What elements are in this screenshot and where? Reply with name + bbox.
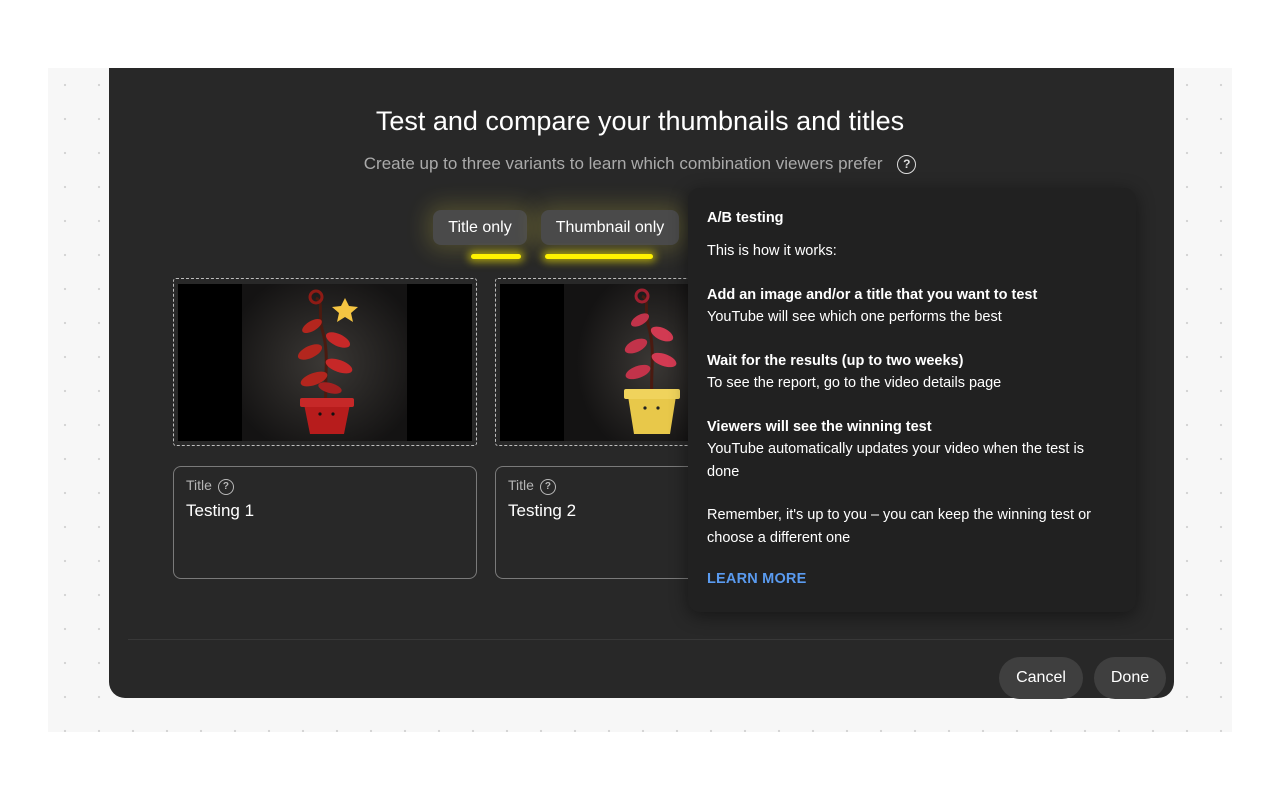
cancel-button[interactable]: Cancel — [999, 657, 1083, 699]
thumbnail-slot-1[interactable] — [173, 278, 477, 446]
tooltip-intro: This is how it works: — [707, 243, 837, 259]
title-label: Title? — [186, 477, 234, 495]
title-input-value[interactable]: Testing 1 — [186, 501, 254, 521]
step-body: YouTube will see which one performs the … — [707, 309, 1002, 325]
step-body: To see the report, go to the video detai… — [707, 375, 1002, 391]
tooltip-step-3: Viewers will see the winning test YouTub… — [707, 416, 1117, 484]
tooltip-step-2: Wait for the results (up to two weeks) T… — [707, 350, 1117, 395]
question-circle-icon[interactable]: ? — [217, 478, 234, 495]
dialog-subtitle: Create up to three variants to learn whi… — [0, 154, 1280, 174]
learn-more-link[interactable]: LEARN MORE — [707, 571, 806, 587]
footer-divider — [128, 639, 1173, 640]
step-title: Wait for the results (up to two weeks) — [707, 352, 964, 369]
question-circle-icon[interactable]: ? — [897, 154, 917, 174]
title-field-2[interactable]: Title? Testing 2 — [495, 466, 689, 579]
highlight-underline — [471, 254, 521, 259]
question-circle-icon[interactable]: ? — [539, 478, 556, 495]
dialog-title: Test and compare your thumbnails and tit… — [375, 106, 905, 136]
tooltip-heading: A/B testing — [707, 210, 784, 226]
plant-illustration — [178, 284, 472, 441]
tab-label: Title only — [448, 218, 512, 236]
step-body: YouTube automatically updates your video… — [707, 441, 1084, 480]
title-label: Title? — [508, 477, 556, 495]
subtitle-text: Create up to three variants to learn whi… — [363, 154, 883, 173]
thumbnail-slot-2[interactable] — [495, 278, 689, 446]
title-label-text: Title — [508, 477, 534, 493]
thumbnail-image-2 — [500, 284, 689, 441]
title-field-1[interactable]: Title? Testing 1 — [173, 466, 477, 579]
tooltip-step-1: Add an image and/or a title that you wan… — [707, 284, 1117, 329]
tooltip-note: Remember, it's up to you – you can keep … — [707, 507, 1092, 546]
title-input-value[interactable]: Testing 2 — [508, 501, 576, 521]
done-button[interactable]: Done — [1094, 657, 1166, 699]
tab-label: Thumbnail only — [555, 218, 665, 236]
pot-shape — [628, 396, 676, 434]
step-title: Viewers will see the winning test — [707, 418, 932, 435]
highlight-underline — [545, 254, 653, 259]
pot-shape — [304, 404, 350, 434]
plant-illustration — [500, 284, 689, 441]
tab-thumbnail-only[interactable]: Thumbnail only — [541, 210, 679, 245]
title-label-text: Title — [186, 477, 212, 493]
tab-title-only[interactable]: Title only — [433, 210, 527, 245]
step-title: Add an image and/or a title that you wan… — [707, 286, 1038, 303]
ab-testing-tooltip: A/B testing This is how it works: Add an… — [688, 188, 1136, 612]
thumbnail-image-1 — [178, 284, 472, 441]
